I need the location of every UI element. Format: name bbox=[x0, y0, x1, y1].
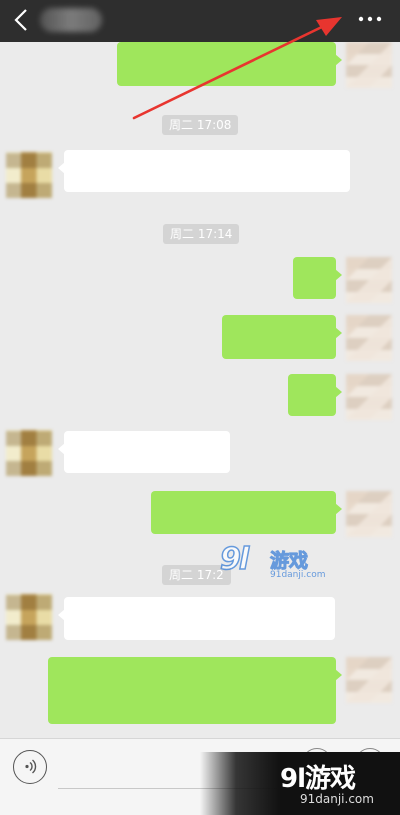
voice-icon bbox=[25, 759, 37, 774]
friend-avatar[interactable] bbox=[6, 430, 52, 476]
voice-toggle-button[interactable] bbox=[13, 750, 47, 784]
more-dots-icon bbox=[358, 16, 382, 22]
my-avatar[interactable] bbox=[346, 315, 392, 361]
sent-message-bubble[interactable] bbox=[222, 315, 342, 359]
watermark-url: 91danji.com bbox=[270, 570, 326, 580]
received-message-bubble[interactable] bbox=[58, 150, 350, 192]
watermark-brand-number: 9l bbox=[219, 541, 250, 578]
chat-title-blurred bbox=[40, 8, 102, 32]
my-avatar[interactable] bbox=[346, 374, 392, 420]
site-watermark: 9l 游戏 91danji.com bbox=[219, 541, 332, 586]
my-avatar[interactable] bbox=[346, 257, 392, 303]
back-button[interactable] bbox=[8, 4, 36, 36]
message-timestamp: 周二 17:08 bbox=[162, 115, 239, 135]
received-message-bubble[interactable] bbox=[58, 597, 335, 640]
more-options-button[interactable] bbox=[354, 6, 388, 32]
logo-brand-text: 9l游戏 bbox=[280, 764, 356, 794]
watermark-brand-text: 游戏 bbox=[269, 550, 309, 573]
friend-avatar[interactable] bbox=[6, 152, 52, 198]
my-avatar[interactable] bbox=[346, 491, 392, 537]
chevron-left-icon bbox=[14, 9, 27, 31]
logo-url: 91danji.com bbox=[300, 792, 374, 806]
my-avatar[interactable] bbox=[346, 657, 392, 703]
sent-message-bubble[interactable] bbox=[48, 657, 342, 724]
chat-message-list[interactable]: 周二 17:08 周二 17:14 周二 17:2 9l 游戏 91danji.… bbox=[0, 42, 400, 738]
top-navigation-bar bbox=[0, 0, 400, 42]
my-avatar[interactable] bbox=[346, 42, 392, 88]
sent-message-bubble[interactable] bbox=[151, 491, 342, 534]
received-message-bubble[interactable] bbox=[58, 431, 230, 473]
site-logo-overlay: 9l游戏 91danji.com bbox=[200, 752, 400, 815]
sent-message-bubble[interactable] bbox=[293, 257, 342, 299]
message-timestamp: 周二 17:14 bbox=[163, 224, 240, 244]
sent-message-bubble[interactable] bbox=[288, 374, 342, 416]
sent-message-bubble[interactable] bbox=[117, 42, 342, 86]
friend-avatar[interactable] bbox=[6, 594, 52, 640]
